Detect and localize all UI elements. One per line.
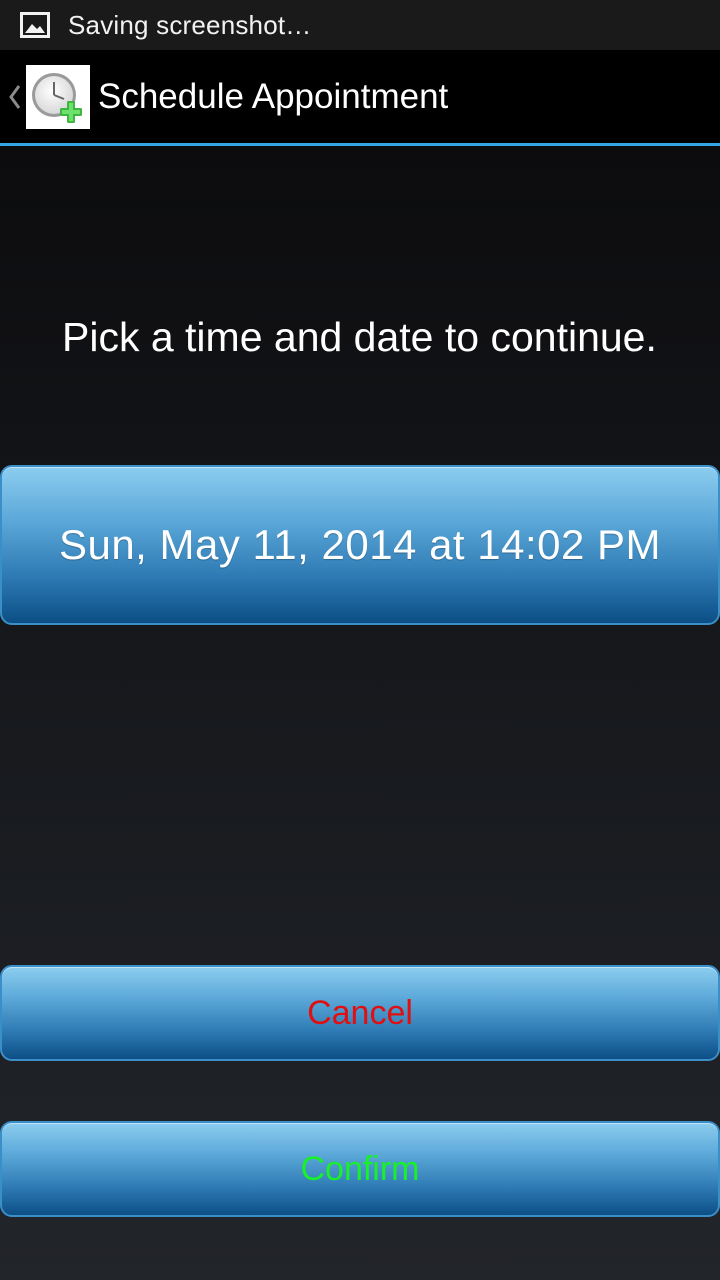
confirm-button-label: Confirm [300,1149,420,1188]
cancel-button-label: Cancel [307,993,413,1032]
datetime-picker-button[interactable]: Sun, May 11, 2014 at 14:02 PM [0,465,720,625]
image-icon [20,12,50,38]
instruction-text: Pick a time and date to continue. [62,314,657,360]
main-content: Pick a time and date to continue. Sun, M… [0,146,720,1280]
cancel-button[interactable]: Cancel [0,965,720,1061]
datetime-button-label: Sun, May 11, 2014 at 14:02 PM [58,521,662,568]
action-bar: Schedule Appointment [0,50,720,146]
chevron-left-icon[interactable] [4,49,26,145]
page-title: Schedule Appointment [98,76,449,116]
confirm-button[interactable]: Confirm [0,1121,720,1217]
status-notification-text: Saving screenshot… [68,9,312,40]
clock-add-icon[interactable] [26,64,90,129]
status-bar: Saving screenshot… [0,0,720,50]
